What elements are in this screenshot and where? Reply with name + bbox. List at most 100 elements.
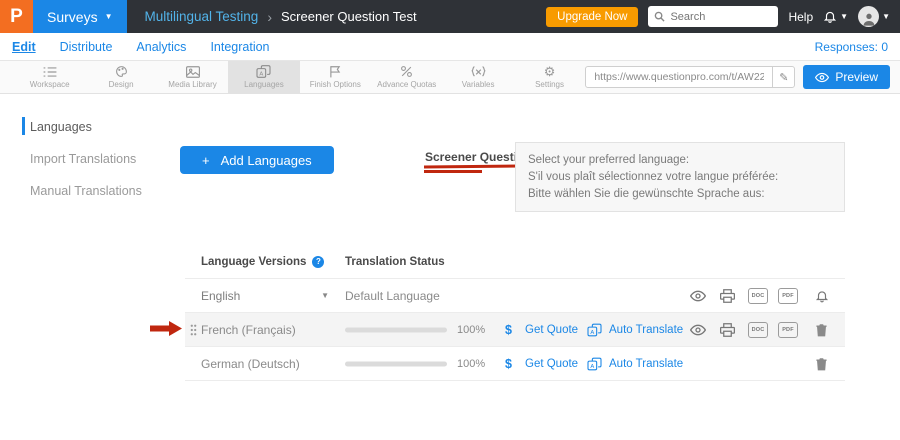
- search-input[interactable]: [670, 11, 772, 23]
- responses-count[interactable]: Responses: 0: [815, 40, 888, 54]
- tool-media-library[interactable]: Media Library: [157, 61, 228, 93]
- column-language-versions: Language Versions ?: [201, 256, 324, 268]
- help-link[interactable]: Help: [788, 10, 813, 24]
- breadcrumb-parent[interactable]: Multilingual Testing: [145, 9, 259, 24]
- plus-icon: +: [202, 153, 210, 168]
- avatar: [858, 6, 879, 27]
- top-bar: P Surveys ▼ Multilingual Testing › Scree…: [0, 0, 900, 33]
- upgrade-now-button[interactable]: Upgrade Now: [546, 7, 638, 27]
- bell-icon: [823, 9, 837, 24]
- trash-icon[interactable]: [815, 323, 828, 337]
- doc-export-icon[interactable]: DOC: [748, 288, 768, 304]
- chevron-down-icon: ▼: [321, 292, 329, 300]
- top-bar-right: Upgrade Now Help ▼ ▼: [546, 6, 900, 27]
- search-icon: [654, 11, 665, 22]
- tool-languages[interactable]: A Languages: [228, 61, 299, 93]
- table-row-english: English ▼ Default Language DOC PDF: [185, 279, 845, 313]
- svg-text:A: A: [260, 71, 264, 77]
- tab-distribute[interactable]: Distribute: [60, 40, 113, 54]
- printer-icon[interactable]: [720, 323, 735, 337]
- svg-text:A: A: [590, 329, 594, 335]
- default-language-value: English: [201, 289, 240, 303]
- screener-line-fr: S'il vous plaît sélectionnez votre langu…: [528, 171, 832, 183]
- auto-translate-link[interactable]: Auto Translate: [609, 358, 683, 370]
- doc-export-icon[interactable]: DOC: [748, 322, 768, 338]
- pencil-icon[interactable]: ✎: [772, 66, 794, 88]
- variables-icon: [471, 66, 486, 78]
- survey-url-box: ✎: [585, 66, 795, 88]
- column-translation-status: Translation Status: [345, 256, 445, 268]
- languages-table: Language Versions ? Translation Status E…: [185, 245, 845, 381]
- translate-icon[interactable]: A: [587, 323, 602, 336]
- drag-handle-icon[interactable]: [190, 324, 197, 336]
- sidebar-item-languages[interactable]: Languages: [30, 120, 92, 134]
- language-name: German (Deutsch): [201, 357, 300, 371]
- table-header-row: Language Versions ? Translation Status: [185, 245, 845, 279]
- tab-edit[interactable]: Edit: [12, 40, 36, 54]
- tab-analytics[interactable]: Analytics: [136, 40, 186, 54]
- screener-question-preview: Select your preferred language: S'il vou…: [515, 142, 845, 212]
- design-icon: [115, 65, 128, 78]
- tool-advance-quotas[interactable]: Advance Quotas: [371, 61, 442, 93]
- survey-nav: Edit Distribute Analytics Integration Re…: [0, 33, 900, 61]
- trash-icon[interactable]: [815, 357, 828, 371]
- translation-progress-bar: [345, 361, 447, 366]
- dollar-icon[interactable]: $: [505, 357, 512, 371]
- survey-url-input[interactable]: [586, 71, 772, 83]
- preview-eye-icon[interactable]: [690, 290, 706, 302]
- eye-icon: [815, 72, 829, 83]
- finish-options-icon: [329, 65, 341, 78]
- get-quote-link[interactable]: Get Quote: [525, 324, 578, 336]
- media-library-icon: [186, 66, 200, 78]
- toolbar-right: ✎ Preview: [585, 61, 900, 93]
- annotation-underline-2: [424, 170, 482, 173]
- tool-workspace[interactable]: Workspace: [14, 61, 85, 93]
- translation-percent: 100%: [457, 324, 485, 336]
- translation-progress-bar: [345, 327, 447, 332]
- gear-icon: ⚙: [544, 65, 556, 78]
- active-sidebar-accent: [22, 117, 25, 135]
- auto-translate-link[interactable]: Auto Translate: [609, 324, 683, 336]
- preview-button[interactable]: Preview: [803, 65, 890, 89]
- translate-icon[interactable]: A: [587, 357, 602, 370]
- notifications-menu[interactable]: ▼: [823, 9, 848, 24]
- language-name: French (Français): [201, 323, 296, 337]
- breadcrumb-separator: ›: [267, 9, 272, 25]
- account-menu[interactable]: ▼: [858, 6, 890, 27]
- questionpro-logo[interactable]: P: [0, 0, 33, 33]
- tool-finish-options[interactable]: Finish Options: [300, 61, 371, 93]
- advance-quotas-icon: [400, 65, 413, 78]
- tab-integration[interactable]: Integration: [210, 40, 269, 54]
- languages-page: Languages Import Translations Manual Tra…: [0, 94, 900, 440]
- screener-line-de: Bitte wählen Sie die gewünschte Sprache …: [528, 188, 832, 200]
- printer-icon[interactable]: [720, 289, 735, 303]
- edit-toolbar: Workspace Design Media Library A Languag…: [0, 61, 900, 94]
- pdf-export-icon[interactable]: PDF: [778, 322, 798, 338]
- breadcrumb-current: Screener Question Test: [281, 9, 417, 24]
- svg-text:A: A: [590, 363, 594, 369]
- tool-design[interactable]: Design: [85, 61, 156, 93]
- translation-percent: 100%: [457, 358, 485, 370]
- sidebar-item-manual-translations[interactable]: Manual Translations: [30, 184, 142, 198]
- breadcrumb: Multilingual Testing › Screener Question…: [145, 9, 417, 25]
- default-language-dropdown[interactable]: English ▼: [201, 289, 329, 303]
- chevron-down-icon: ▼: [840, 13, 848, 21]
- add-languages-button[interactable]: + Add Languages: [180, 146, 334, 174]
- tool-settings[interactable]: ⚙ Settings: [514, 61, 585, 93]
- get-quote-link[interactable]: Get Quote: [525, 358, 578, 370]
- tool-variables[interactable]: Variables: [442, 61, 513, 93]
- help-icon[interactable]: ?: [312, 256, 324, 268]
- chevron-down-icon: ▼: [105, 13, 113, 21]
- preview-eye-icon[interactable]: [690, 324, 706, 336]
- search-box[interactable]: [648, 6, 778, 27]
- dollar-icon[interactable]: $: [505, 323, 512, 337]
- reminder-bell-icon[interactable]: [815, 288, 829, 303]
- table-row-french: French (Français) 100% $ Get Quote A Aut…: [185, 313, 845, 347]
- sidebar-item-import-translations[interactable]: Import Translations: [30, 152, 136, 166]
- table-row-german: German (Deutsch) 100% $ Get Quote A Auto…: [185, 347, 845, 381]
- surveys-menu-label: Surveys: [47, 9, 98, 25]
- languages-icon: A: [256, 65, 271, 78]
- surveys-menu[interactable]: Surveys ▼: [33, 0, 127, 33]
- pdf-export-icon[interactable]: PDF: [778, 288, 798, 304]
- chevron-down-icon: ▼: [882, 13, 890, 21]
